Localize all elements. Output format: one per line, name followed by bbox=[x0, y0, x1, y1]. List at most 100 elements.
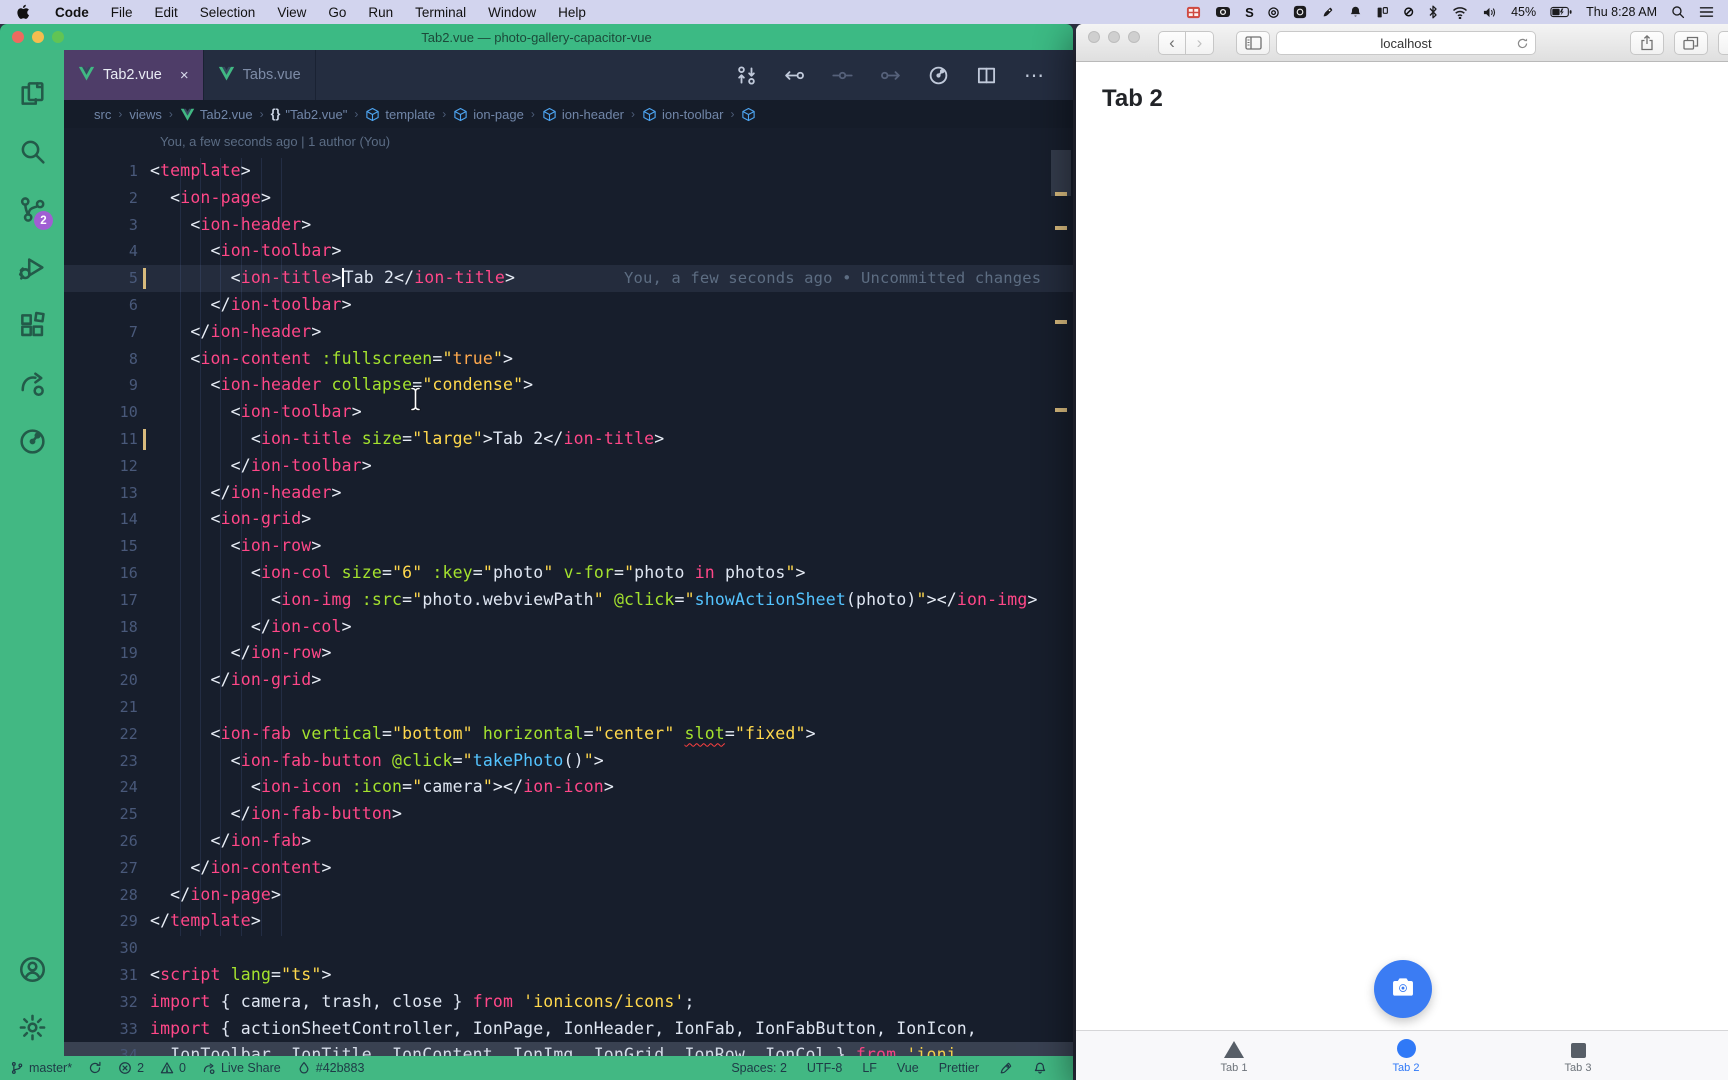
control-center-icon[interactable] bbox=[1699, 6, 1714, 18]
status-item-liveshare[interactable]: Live Share bbox=[202, 1061, 281, 1075]
breadcrumb-item-ionheader[interactable]: ion-header bbox=[542, 107, 624, 122]
nav-back-icon[interactable] bbox=[784, 65, 805, 86]
code-line-32[interactable]: 32import { camera, trash, close } from '… bbox=[64, 989, 1073, 1016]
breadcrumb-item-ionpage[interactable]: ion-page bbox=[453, 107, 524, 122]
back-button[interactable]: ‹ bbox=[1158, 31, 1186, 55]
status-item-prettier[interactable]: Prettier bbox=[939, 1061, 979, 1075]
code-line-18[interactable]: 18 </ion-col> bbox=[64, 614, 1073, 641]
compare-changes-icon[interactable] bbox=[736, 65, 757, 86]
menu-item-run[interactable]: Run bbox=[357, 5, 404, 20]
timer-icon[interactable] bbox=[10, 412, 54, 470]
breadcrumb-item-iontoolbar[interactable]: ion-toolbar bbox=[642, 107, 723, 122]
code-line-21[interactable]: 21 bbox=[64, 694, 1073, 721]
code-line-23[interactable]: 23 <ion-fab-button @click="takePhoto()"> bbox=[64, 748, 1073, 775]
code-line-19[interactable]: 19 </ion-row> bbox=[64, 640, 1073, 667]
window-manager-app-icon[interactable] bbox=[1376, 6, 1389, 19]
status-item-sync-icon[interactable] bbox=[88, 1061, 102, 1075]
code-line-26[interactable]: 26 </ion-fab> bbox=[64, 828, 1073, 855]
menu-item-edit[interactable]: Edit bbox=[144, 5, 189, 20]
menu-item-help[interactable]: Help bbox=[547, 5, 597, 20]
code-line-31[interactable]: 31<script lang="ts"> bbox=[64, 962, 1073, 989]
close-window-button[interactable] bbox=[1088, 31, 1100, 43]
status-item-bell-icon[interactable] bbox=[1033, 1061, 1047, 1075]
menu-item-code[interactable]: Code bbox=[44, 5, 100, 20]
extensions-icon[interactable] bbox=[10, 296, 54, 354]
status-item-0[interactable]: 0 bbox=[160, 1061, 186, 1075]
vscode-titlebar[interactable]: Tab2.vue — photo-gallery-capacitor-vue bbox=[0, 24, 1073, 50]
breadcrumb-item-views[interactable]: views bbox=[129, 107, 162, 122]
more-actions-icon[interactable]: ⋯ bbox=[1024, 63, 1045, 88]
record-app-icon[interactable]: ◎ bbox=[1268, 4, 1279, 20]
code-line-24[interactable]: 24 <ion-icon :icon="camera"></ion-icon> bbox=[64, 774, 1073, 801]
timer-icon[interactable] bbox=[928, 65, 949, 86]
share-button[interactable] bbox=[1630, 31, 1664, 55]
status-item-spaces2[interactable]: Spaces: 2 bbox=[731, 1061, 787, 1075]
code-line-12[interactable]: 12 </ion-toolbar> bbox=[64, 453, 1073, 480]
screen-recorder-app-icon[interactable] bbox=[1215, 5, 1231, 19]
code-line-4[interactable]: 4 <ion-toolbar> bbox=[64, 238, 1073, 265]
zoom-window-button[interactable] bbox=[52, 31, 64, 43]
bluetooth-icon[interactable] bbox=[1428, 5, 1438, 19]
code-line-15[interactable]: 15 <ion-row> bbox=[64, 533, 1073, 560]
code-line-8[interactable]: 8 <ion-content :fullscreen="true"> bbox=[64, 346, 1073, 373]
code-line-34[interactable]: 34 IonToolbar, IonTitle, IonContent, Ion… bbox=[64, 1042, 1073, 1056]
files-icon[interactable] bbox=[10, 64, 54, 122]
account-icon[interactable] bbox=[10, 940, 54, 998]
menu-item-window[interactable]: Window bbox=[477, 5, 547, 20]
rocket-app-icon[interactable] bbox=[1321, 5, 1335, 19]
code-line-16[interactable]: 16 <ion-col size="6" :key="photo" v-for=… bbox=[64, 560, 1073, 587]
code-editor[interactable]: You, a few seconds ago | 1 author (You) … bbox=[64, 128, 1073, 1056]
status-item-utf8[interactable]: UTF-8 bbox=[807, 1061, 842, 1075]
spotlight-icon[interactable] bbox=[1671, 5, 1685, 19]
wifi-icon[interactable] bbox=[1452, 6, 1468, 19]
menu-item-view[interactable]: View bbox=[266, 5, 317, 20]
close-window-button[interactable] bbox=[12, 31, 24, 43]
code-line-7[interactable]: 7 </ion-header> bbox=[64, 319, 1073, 346]
code-line-9[interactable]: 9 <ion-header collapse="condense"> bbox=[64, 372, 1073, 399]
menu-item-file[interactable]: File bbox=[100, 5, 144, 20]
code-line-3[interactable]: 3 <ion-header> bbox=[64, 212, 1073, 239]
codelens-annotation[interactable]: You, a few seconds ago | 1 author (You) bbox=[160, 134, 390, 149]
editor-tab-tabs.vue[interactable]: Tabs.vue bbox=[204, 50, 316, 100]
menu-clock[interactable]: Thu 8:28 AM bbox=[1586, 5, 1657, 19]
code-line-28[interactable]: 28 </ion-page> bbox=[64, 882, 1073, 909]
code-line-25[interactable]: 25 </ion-fab-button> bbox=[64, 801, 1073, 828]
forward-button[interactable]: › bbox=[1186, 31, 1214, 55]
source-control-icon[interactable]: 2 bbox=[10, 180, 54, 238]
tab-button-tab1[interactable]: Tab 1 bbox=[1159, 1031, 1309, 1080]
minimize-window-button[interactable] bbox=[1108, 31, 1120, 43]
code-line-22[interactable]: 22 <ion-fab vertical="bottom" horizontal… bbox=[64, 721, 1073, 748]
debug-icon[interactable] bbox=[10, 238, 54, 296]
new-tab-button[interactable]: + bbox=[1718, 31, 1728, 55]
volume-icon[interactable] bbox=[1482, 6, 1497, 19]
tabs-overview-button[interactable] bbox=[1674, 31, 1708, 55]
menu-item-go[interactable]: Go bbox=[317, 5, 357, 20]
minimize-window-button[interactable] bbox=[32, 31, 44, 43]
status-item-vue[interactable]: Vue bbox=[897, 1061, 919, 1075]
code-line-33[interactable]: 33import { actionSheetController, IonPag… bbox=[64, 1016, 1073, 1043]
nav-forward-icon[interactable] bbox=[880, 65, 901, 86]
breadcrumb-item-Tab2vue[interactable]: {}"Tab2.vue" bbox=[271, 107, 348, 122]
sidebar-toggle-button[interactable] bbox=[1236, 31, 1270, 55]
code-line-11[interactable]: 11 <ion-title size="large">Tab 2</ion-ti… bbox=[64, 426, 1073, 453]
vscode-traffic-lights[interactable] bbox=[12, 31, 64, 43]
breadcrumb-item-src[interactable]: src bbox=[94, 107, 111, 122]
status-item-42b883[interactable]: #42b883 bbox=[297, 1061, 365, 1075]
code-line-10[interactable]: 10 <ion-toolbar> bbox=[64, 399, 1073, 426]
code-line-2[interactable]: 2 <ion-page> bbox=[64, 185, 1073, 212]
code-line-6[interactable]: 6 </ion-toolbar> bbox=[64, 292, 1073, 319]
code-line-17[interactable]: 17 <ion-img :src="photo.webviewPath" @cl… bbox=[64, 587, 1073, 614]
live-share-icon[interactable] bbox=[10, 354, 54, 412]
tab-button-tab3[interactable]: Tab 3 bbox=[1503, 1031, 1653, 1080]
code-line-20[interactable]: 20 </ion-grid> bbox=[64, 667, 1073, 694]
editor-tab-tab2.vue[interactable]: Tab2.vue× bbox=[64, 50, 204, 100]
zoom-window-button[interactable] bbox=[1128, 31, 1140, 43]
notifications-app-icon[interactable] bbox=[1349, 5, 1362, 19]
scrollbar-thumb[interactable] bbox=[1051, 150, 1071, 196]
split-editor-icon[interactable] bbox=[976, 65, 997, 86]
code-line-5[interactable]: 5 <ion-title>Tab 2</ion-title>You, a few… bbox=[64, 265, 1073, 292]
breadcrumb-item-Tab2vue[interactable]: Tab2.vue bbox=[180, 107, 253, 122]
battery-icon[interactable] bbox=[1550, 6, 1572, 18]
status-item-master[interactable]: master* bbox=[10, 1061, 72, 1075]
code-line-30[interactable]: 30 bbox=[64, 935, 1073, 962]
